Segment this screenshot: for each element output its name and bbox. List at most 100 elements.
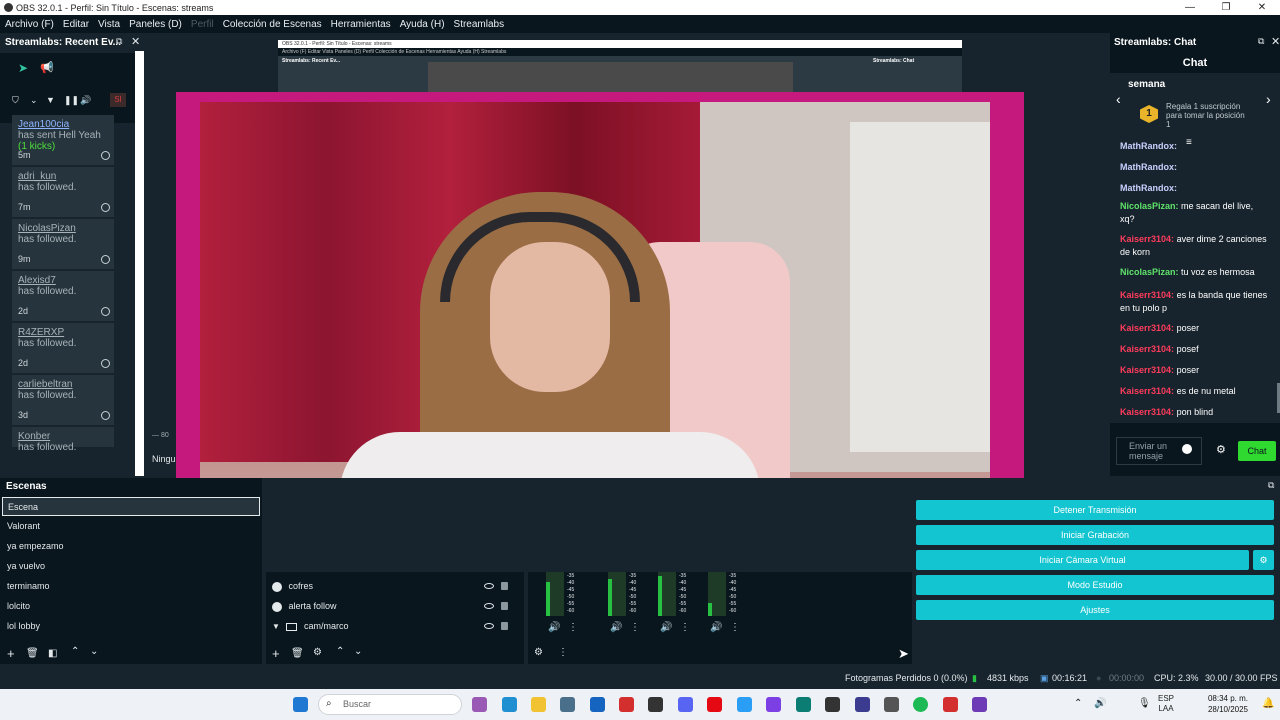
close-dock-icon[interactable]: ✕ bbox=[131, 35, 140, 48]
replay-icon[interactable] bbox=[101, 151, 110, 160]
chat-username[interactable]: MathRandox: bbox=[1120, 141, 1177, 151]
eye-icon[interactable] bbox=[484, 583, 494, 589]
replay-icon[interactable] bbox=[101, 411, 110, 420]
chat-username[interactable]: NicolasPizan: bbox=[1120, 201, 1179, 211]
more-vertical-icon[interactable]: ⋮ bbox=[558, 647, 568, 658]
mixer-settings-icon[interactable]: ⚙ bbox=[534, 647, 543, 658]
undock-icon[interactable]: ⧉ bbox=[116, 36, 122, 47]
scene-item[interactable]: terminamo bbox=[2, 577, 260, 596]
notification-icon[interactable]: 🔔 bbox=[1262, 698, 1274, 709]
windows-start-icon[interactable] bbox=[293, 697, 308, 712]
menu-streamlabs[interactable]: Streamlabs bbox=[454, 19, 505, 30]
copilot-icon[interactable] bbox=[472, 697, 487, 712]
chevron-right-icon[interactable]: › bbox=[1266, 91, 1271, 107]
netflix-icon[interactable] bbox=[707, 697, 722, 712]
volume-tray-icon[interactable]: 🔊 bbox=[1094, 698, 1106, 709]
add-source-icon[interactable]: + bbox=[272, 646, 280, 661]
app-icon[interactable] bbox=[943, 697, 958, 712]
menu-herramientas[interactable]: Herramientas bbox=[331, 19, 391, 30]
lock-icon[interactable] bbox=[501, 622, 508, 630]
event-user[interactable]: carliebeltran bbox=[18, 379, 108, 390]
audio-meter[interactable] bbox=[546, 572, 564, 616]
chat-username[interactable]: MathRandox: bbox=[1120, 183, 1177, 193]
filter-icon[interactable]: ▼ bbox=[46, 95, 55, 105]
mute-icon[interactable]: 🔊 bbox=[660, 622, 672, 633]
shield-icon[interactable]: ⛉ bbox=[12, 95, 19, 106]
more-vertical-icon[interactable]: ⋮ bbox=[630, 622, 640, 633]
menu-vista[interactable]: Vista bbox=[98, 19, 120, 30]
language-indicator[interactable]: ESP LAA bbox=[1158, 694, 1174, 714]
minimize-button[interactable]: — bbox=[1172, 0, 1208, 15]
maximize-button[interactable]: ❐ bbox=[1208, 0, 1244, 15]
move-up-icon[interactable]: ⌃ bbox=[71, 646, 79, 657]
mute-icon[interactable]: 🔊 bbox=[710, 622, 722, 633]
menu-archivo[interactable]: Archivo (F) bbox=[5, 19, 54, 30]
event-user[interactable]: NicolasPizan bbox=[18, 223, 108, 234]
add-scene-icon[interactable]: + bbox=[7, 646, 15, 661]
eye-icon[interactable] bbox=[484, 623, 494, 629]
opera-icon[interactable] bbox=[619, 697, 634, 712]
event-user[interactable]: adri_kun bbox=[18, 171, 108, 182]
virtual-camera-settings-icon[interactable]: ⚙ bbox=[1253, 550, 1274, 570]
lock-icon[interactable] bbox=[501, 602, 508, 610]
trash-icon[interactable]: 🗑 bbox=[26, 648, 39, 659]
move-down-icon[interactable]: ⌄ bbox=[90, 646, 98, 657]
start-virtual-camera-button[interactable]: Iniciar Cámara Virtual bbox=[916, 550, 1249, 570]
skip-alert-icon[interactable]: SI bbox=[110, 93, 126, 107]
event-user[interactable]: Jean100cia bbox=[18, 119, 108, 130]
chat-username[interactable]: Kaiserr3104: bbox=[1120, 365, 1174, 375]
edge-icon[interactable] bbox=[502, 697, 517, 712]
mute-icon[interactable]: 🔊 bbox=[610, 622, 622, 633]
menu-paneles[interactable]: Paneles (D) bbox=[129, 19, 182, 30]
app-icon[interactable] bbox=[855, 697, 870, 712]
emoji-icon[interactable] bbox=[1182, 444, 1192, 454]
chat-username[interactable]: Kaiserr3104: bbox=[1120, 407, 1174, 417]
file-explorer-icon[interactable] bbox=[531, 697, 546, 712]
event-user[interactable]: Konber bbox=[18, 431, 108, 442]
chat-username[interactable]: Kaiserr3104: bbox=[1120, 344, 1174, 354]
source-item[interactable]: cofres bbox=[272, 577, 313, 595]
streamlabs-icon[interactable] bbox=[796, 697, 811, 712]
send-icon[interactable]: ➤ bbox=[18, 61, 28, 75]
source-item[interactable]: alerta follow bbox=[272, 597, 337, 615]
filter-scene-icon[interactable]: ◧ bbox=[48, 648, 57, 659]
menu-ayuda[interactable]: Ayuda (H) bbox=[400, 19, 445, 30]
scene-item[interactable]: ya empezamo bbox=[2, 537, 260, 556]
scene-item[interactable]: ya vuelvo bbox=[2, 557, 260, 576]
chat-username[interactable]: Kaiserr3104: bbox=[1120, 386, 1174, 396]
mic-icon[interactable]: 🎙 bbox=[1138, 698, 1151, 709]
scene-item[interactable]: lol lobby bbox=[2, 617, 260, 636]
obs-icon[interactable] bbox=[825, 697, 840, 712]
chat-username[interactable]: MathRandox: bbox=[1120, 162, 1177, 172]
move-down-icon[interactable]: ⌄ bbox=[354, 646, 362, 657]
app-icon[interactable] bbox=[648, 697, 663, 712]
collapse-icon[interactable]: ▼ bbox=[272, 622, 280, 631]
source-item[interactable]: ▼ cam/marco bbox=[272, 617, 348, 635]
volume-icon[interactable]: 🔊 bbox=[80, 95, 91, 106]
chat-username[interactable]: NicolasPizan: bbox=[1120, 267, 1179, 277]
scene-item[interactable]: Valorant bbox=[2, 517, 260, 536]
clock[interactable]: 08:34 p. m. 28/10/2025 bbox=[1208, 693, 1248, 715]
gear-icon[interactable]: ⚙ bbox=[313, 647, 322, 658]
menu-coleccion-escenas[interactable]: Colección de Escenas bbox=[223, 19, 322, 30]
trash-icon[interactable]: 🗑 bbox=[291, 648, 304, 659]
replay-icon[interactable] bbox=[101, 255, 110, 264]
send-chat-button[interactable]: Chat bbox=[1238, 441, 1276, 461]
replay-icon[interactable] bbox=[101, 359, 110, 368]
chat-tab[interactable]: Chat bbox=[1110, 53, 1280, 73]
stop-stream-button[interactable]: Detener Transmisión bbox=[916, 500, 1274, 520]
scene-item[interactable]: lolcito bbox=[2, 597, 260, 616]
close-dock-icon[interactable]: ✕ bbox=[1271, 35, 1280, 48]
audio-meter[interactable] bbox=[708, 572, 726, 616]
event-user[interactable]: R4ZERXP bbox=[18, 327, 108, 338]
spotify-icon[interactable] bbox=[913, 697, 928, 712]
menu-editar[interactable]: Editar bbox=[63, 19, 89, 30]
more-vertical-icon[interactable]: ⋮ bbox=[680, 622, 690, 633]
lock-icon[interactable] bbox=[501, 582, 508, 590]
audio-meter[interactable] bbox=[658, 572, 676, 616]
pause-icon[interactable]: ❚❚ bbox=[64, 95, 79, 106]
chevron-left-icon[interactable]: ‹ bbox=[1116, 91, 1121, 107]
events-scrollbar[interactable] bbox=[135, 51, 144, 476]
eye-icon[interactable] bbox=[484, 603, 494, 609]
taskbar-search[interactable]: Buscar bbox=[318, 694, 462, 715]
